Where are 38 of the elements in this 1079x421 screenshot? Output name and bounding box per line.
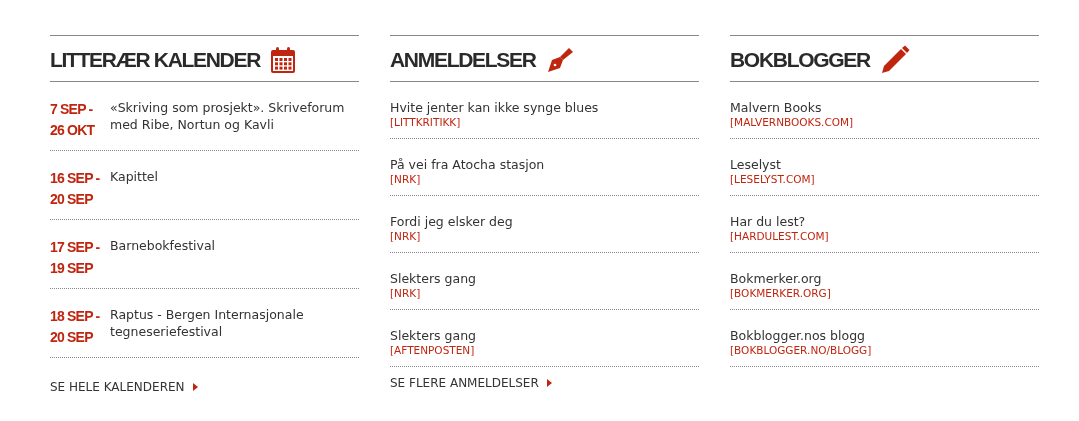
review-source: [LITTKRITIKK] bbox=[390, 116, 461, 129]
review-source: [AFTENPOSTEN] bbox=[390, 344, 475, 357]
event-date: 7 SEP - 26 OKT bbox=[50, 100, 96, 140]
section-heading: ANMELDELSER bbox=[390, 47, 536, 72]
review-title[interactable]: Slekters gang bbox=[390, 270, 476, 287]
review-source: [NRK] bbox=[390, 173, 421, 186]
reviews-link[interactable]: SE FLERE ANMELDELSER bbox=[390, 376, 553, 390]
blog-url: [BOKMERKER.ORG] bbox=[730, 287, 831, 300]
calendar-icon bbox=[270, 45, 297, 74]
pencil-icon bbox=[879, 44, 910, 75]
blog-url: [MALVERNBOOKS.COM] bbox=[730, 116, 854, 129]
event-title[interactable]: Barnebokfestival bbox=[110, 237, 216, 288]
event-date: 17 SEP - 19 SEP bbox=[50, 238, 101, 278]
event-date: 16 SEP - 20 SEP bbox=[50, 169, 101, 209]
review-source: [NRK] bbox=[390, 230, 421, 243]
review-title[interactable]: Fordi jeg elsker deg bbox=[390, 213, 513, 230]
section-heading: BOKBLOGGER bbox=[730, 47, 870, 72]
fountain-pen-icon bbox=[545, 45, 574, 74]
event-title[interactable]: Raptus - Bergen Internasjonale tegneseriefestival bbox=[110, 306, 359, 357]
blog-url: [LESELYST.COM] bbox=[730, 173, 815, 186]
blog-url: [HARDULEST.COM] bbox=[730, 230, 829, 243]
caret-icon bbox=[192, 382, 199, 392]
event-title[interactable]: Kapittel bbox=[110, 168, 158, 219]
caret-icon bbox=[546, 378, 553, 388]
event-date: 18 SEP - 20 SEP bbox=[50, 307, 101, 347]
review-source: [NRK] bbox=[390, 287, 421, 300]
review-title[interactable]: Slekters gang bbox=[390, 327, 476, 344]
blog-url: [BOKBLOGGER.NO/BLOGG] bbox=[730, 344, 872, 357]
blog-title[interactable]: Leselyst bbox=[730, 156, 781, 173]
calendar-link[interactable]: SE HELE KALENDEREN bbox=[50, 380, 199, 394]
blog-title[interactable]: Bokblogger.nos blogg bbox=[730, 327, 866, 344]
blog-title[interactable]: Bokmerker.org bbox=[730, 270, 822, 287]
section-heading: LITTERÆR KALENDER bbox=[50, 47, 261, 72]
event-title[interactable]: «Skriving som prosjekt». Skriveforum med Ribe, Nortun og Kavli bbox=[110, 99, 359, 150]
review-title[interactable]: På vei fra Atocha stasjon bbox=[390, 156, 545, 173]
blog-title[interactable]: Har du lest? bbox=[730, 213, 806, 230]
review-title[interactable]: Hvite jenter kan ikke synge blues bbox=[390, 99, 599, 116]
blog-title[interactable]: Malvern Books bbox=[730, 99, 822, 116]
